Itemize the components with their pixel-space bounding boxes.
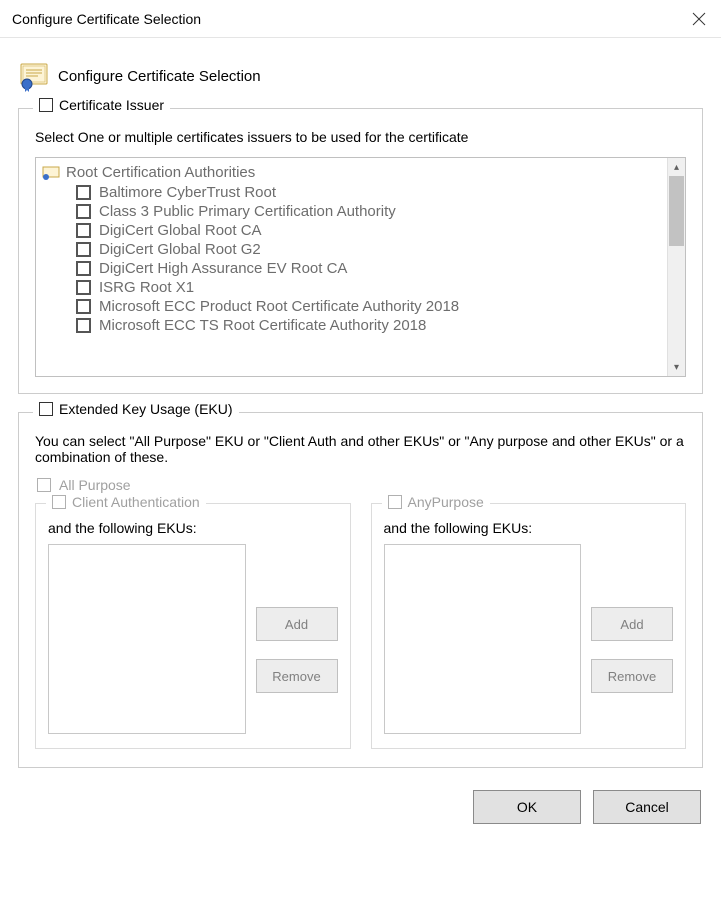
issuer-item-label: Baltimore CyberTrust Root — [99, 184, 276, 201]
issuer-item[interactable]: DigiCert Global Root G2 — [76, 240, 663, 259]
issuer-item[interactable]: Baltimore CyberTrust Root — [76, 183, 663, 202]
any-purpose-remove-button[interactable]: Remove — [591, 659, 673, 693]
any-purpose-checkbox[interactable] — [388, 495, 402, 509]
eku-label: Extended Key Usage (EKU) — [59, 401, 233, 417]
client-auth-legend: Client Authentication — [46, 494, 206, 510]
issuer-root-label: Root Certification Authorities — [66, 164, 255, 181]
any-purpose-label: AnyPurpose — [408, 494, 484, 510]
issuer-tree: Root Certification Authorities Baltimore… — [35, 157, 686, 377]
client-auth-checkbox[interactable] — [52, 495, 66, 509]
issuer-item-label: Microsoft ECC TS Root Certificate Author… — [99, 317, 426, 334]
eku-checkbox[interactable] — [39, 402, 53, 416]
eku-legend: Extended Key Usage (EKU) — [33, 401, 239, 417]
issuer-item-checkbox[interactable] — [76, 223, 91, 238]
certificate-issuer-legend: Certificate Issuer — [33, 97, 170, 113]
issuer-item-checkbox[interactable] — [76, 242, 91, 257]
cancel-button[interactable]: Cancel — [593, 790, 701, 824]
client-auth-add-button[interactable]: Add — [256, 607, 338, 641]
issuer-item[interactable]: Class 3 Public Primary Certification Aut… — [76, 202, 663, 221]
issuer-item-checkbox[interactable] — [76, 204, 91, 219]
issuer-tree-viewport[interactable]: Root Certification Authorities Baltimore… — [36, 158, 667, 376]
issuer-item-label: DigiCert High Assurance EV Root CA — [99, 260, 347, 277]
issuer-item-label: Class 3 Public Primary Certification Aut… — [99, 203, 396, 220]
page-heading: Configure Certificate Selection — [58, 68, 261, 85]
scroll-up-icon[interactable]: ▴ — [668, 158, 685, 176]
issuer-item-label: DigiCert Global Root CA — [99, 222, 262, 239]
dialog-content: Configure Certificate Selection Certific… — [0, 38, 721, 844]
certificate-icon — [42, 166, 60, 180]
issuer-item[interactable]: DigiCert Global Root CA — [76, 221, 663, 240]
all-purpose-checkbox[interactable] — [37, 478, 51, 492]
all-purpose-row: All Purpose — [37, 477, 686, 493]
issuer-item-label: DigiCert Global Root G2 — [99, 241, 261, 258]
page-header: Configure Certificate Selection — [18, 60, 703, 92]
client-auth-remove-button[interactable]: Remove — [256, 659, 338, 693]
any-purpose-legend: AnyPurpose — [382, 494, 490, 510]
issuer-item-label: ISRG Root X1 — [99, 279, 194, 296]
eku-group: Extended Key Usage (EKU) You can select … — [18, 412, 703, 768]
certificate-issuer-label: Certificate Issuer — [59, 97, 164, 113]
window-title: Configure Certificate Selection — [12, 11, 201, 27]
issuer-item[interactable]: DigiCert High Assurance EV Root CA — [76, 259, 663, 278]
ok-button[interactable]: OK — [473, 790, 581, 824]
all-purpose-label: All Purpose — [59, 477, 131, 493]
certificate-issuer-group: Certificate Issuer Select One or multipl… — [18, 108, 703, 394]
close-button[interactable] — [691, 11, 707, 27]
certificate-issuer-checkbox[interactable] — [39, 98, 53, 112]
issuer-item-checkbox[interactable] — [76, 299, 91, 314]
any-purpose-group: AnyPurpose and the following EKUs: Add R… — [371, 503, 687, 749]
issuer-item[interactable]: Microsoft ECC Product Root Certificate A… — [76, 297, 663, 316]
dialog-button-row: OK Cancel — [18, 786, 703, 824]
issuer-scrollbar[interactable]: ▴ ▾ — [667, 158, 685, 376]
issuer-item-label: Microsoft ECC Product Root Certificate A… — [99, 298, 459, 315]
client-auth-group: Client Authentication and the following … — [35, 503, 351, 749]
any-purpose-add-button[interactable]: Add — [591, 607, 673, 641]
issuer-description: Select One or multiple certificates issu… — [35, 129, 686, 145]
client-auth-following-label: and the following EKUs: — [48, 520, 338, 536]
close-icon — [692, 12, 706, 26]
issuer-root-node[interactable]: Root Certification Authorities — [42, 164, 663, 181]
title-bar: Configure Certificate Selection — [0, 0, 721, 38]
certificate-icon — [18, 60, 50, 92]
any-purpose-listbox[interactable] — [384, 544, 582, 734]
issuer-item-checkbox[interactable] — [76, 318, 91, 333]
any-purpose-following-label: and the following EKUs: — [384, 520, 674, 536]
issuer-item-checkbox[interactable] — [76, 280, 91, 295]
issuer-item-checkbox[interactable] — [76, 261, 91, 276]
issuer-item-checkbox[interactable] — [76, 185, 91, 200]
client-auth-label: Client Authentication — [72, 494, 200, 510]
issuer-item[interactable]: Microsoft ECC TS Root Certificate Author… — [76, 316, 663, 335]
client-auth-listbox[interactable] — [48, 544, 246, 734]
eku-description: You can select "All Purpose" EKU or "Cli… — [35, 433, 686, 465]
scroll-down-icon[interactable]: ▾ — [668, 358, 685, 376]
issuer-item[interactable]: ISRG Root X1 — [76, 278, 663, 297]
scroll-thumb[interactable] — [669, 176, 684, 246]
